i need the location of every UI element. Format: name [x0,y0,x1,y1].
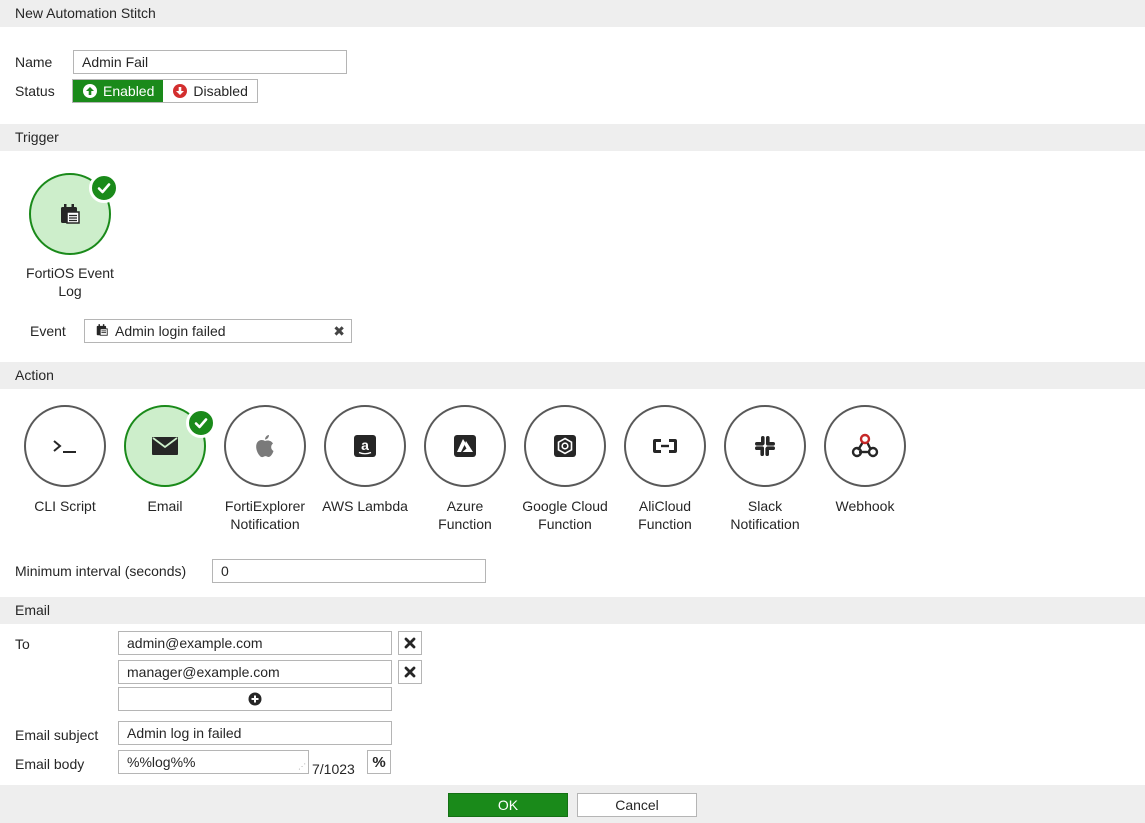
trigger-label: FortiOS Event Log [26,265,114,299]
slack-icon [755,436,775,456]
min-interval-label: Minimum interval (seconds) [15,563,187,579]
amazon-icon: a [354,435,376,457]
action-alicloud-function[interactable] [624,405,706,487]
google-cloud-icon [554,435,576,457]
min-interval-input[interactable]: 0 [212,559,486,583]
remove-recipient-icon[interactable] [398,631,422,655]
status-enabled-label: Enabled [103,83,155,99]
action-azure-function[interactable] [424,405,506,487]
action-webhook[interactable] [824,405,906,487]
email-body-label: Email body [15,756,85,772]
action-google-cloud-function[interactable] [524,405,606,487]
name-input[interactable]: Admin Fail [73,50,347,74]
email-subject-input[interactable]: Admin log in failed [118,721,392,745]
email-subject-label: Email subject [15,727,99,743]
recipient-input[interactable]: admin@example.com [118,631,392,655]
action-label-azure: Azure Function [438,498,492,532]
name-label: Name [15,54,53,70]
action-cli-script[interactable] [24,405,106,487]
webhook-icon [851,433,879,458]
status-label: Status [15,83,55,99]
status-toggle: Enabled Disabled [72,79,258,103]
email-body-textarea[interactable]: %%log%% ⋰ [118,750,309,774]
action-fortiexplorer-notification[interactable] [224,405,306,487]
remove-event-icon[interactable]: ✖ [333,320,345,342]
email-body-value: %%log%% [127,754,196,770]
action-label-email: Email [147,498,183,514]
action-slack-notification[interactable] [724,405,806,487]
status-disabled-button[interactable]: Disabled [163,80,257,102]
email-body-char-count: 7/1023 [312,761,355,777]
recipient-input[interactable]: manager@example.com [118,660,392,684]
dialog-footer [0,785,1145,823]
insert-variable-button[interactable]: % [367,750,391,774]
email-section-header: Email [0,597,1145,624]
event-field[interactable]: Admin login failed ✖ [84,319,352,343]
status-disabled-label: Disabled [193,83,248,99]
to-label: To [15,636,30,652]
event-log-icon [61,204,80,224]
apple-icon [256,435,274,458]
event-label: Event [30,323,66,339]
action-aws-lambda[interactable]: a [324,405,406,487]
svg-text:a: a [361,437,369,453]
action-label-slack: Slack Notification [730,498,800,532]
remove-recipient-icon[interactable] [398,660,422,684]
selected-check-icon [89,173,119,203]
arrow-down-icon [173,84,188,98]
action-section-header: Action [0,362,1145,389]
add-recipient-button[interactable] [118,687,392,711]
azure-icon [454,435,476,457]
action-label-webhook: Webhook [835,498,895,514]
cancel-button[interactable]: Cancel [577,793,697,817]
action-label-google-cloud: Google Cloud Function [522,498,608,532]
trigger-section-header: Trigger [0,124,1145,151]
status-enabled-button[interactable]: Enabled [73,80,164,102]
envelope-icon [152,437,178,455]
dialog-title: New Automation Stitch [0,0,1145,27]
selected-check-icon [186,408,216,438]
action-label-fortiexplorer: FortiExplorer Notification [224,498,306,532]
resize-handle-icon[interactable]: ⋰ [298,763,306,771]
action-label-alicloud: AliCloud Function [638,498,692,532]
ok-button[interactable]: OK [448,793,568,817]
event-log-icon [95,321,109,342]
alicloud-icon [653,439,677,453]
plus-circle-icon [248,692,262,706]
arrow-up-icon [83,84,97,98]
action-label-cli-script: CLI Script [34,498,96,514]
action-label-aws-lambda: AWS Lambda [322,498,408,514]
terminal-icon [53,440,76,453]
event-value: Admin login failed [115,323,226,339]
